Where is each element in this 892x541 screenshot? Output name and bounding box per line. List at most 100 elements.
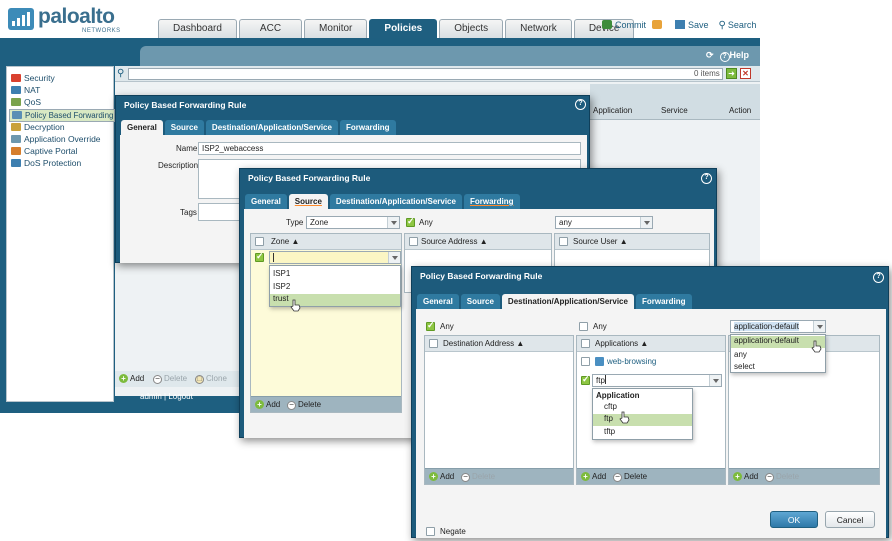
delete-label: Delete [298, 400, 322, 409]
col-service[interactable]: Service [661, 106, 688, 115]
clear-filter-icon[interactable]: ✕ [740, 68, 751, 79]
source-user-select[interactable]: any [555, 216, 653, 229]
app-option[interactable]: cftp [604, 402, 617, 411]
tab-objects[interactable]: Objects [439, 19, 504, 38]
service-option[interactable]: any [734, 350, 747, 359]
add-label: Add [592, 472, 607, 481]
nav-application-override[interactable]: Application Override [11, 134, 101, 144]
delete-label: Delete [624, 472, 648, 481]
zone-row-checkbox[interactable] [255, 251, 264, 262]
add-rule-button[interactable]: + Add [119, 374, 144, 383]
nav-dos-protection[interactable]: DoS Protection [11, 158, 81, 168]
app-dropdown: Application cftp ftp tftp [592, 388, 693, 440]
delete-rule-button[interactable]: − Delete [153, 374, 187, 384]
dialog-help-icon[interactable]: ? [575, 99, 586, 110]
tab-source[interactable]: Source [164, 120, 204, 135]
tab-general[interactable]: General [121, 120, 163, 135]
applications-header-label[interactable]: Applications ▲ [595, 339, 648, 348]
zone-option[interactable]: ISP1 [273, 269, 290, 278]
applications-select-all[interactable] [581, 339, 590, 348]
app-delete-button[interactable]: − Delete [613, 472, 647, 482]
zone-input[interactable] [269, 251, 401, 264]
clone-rule-button[interactable]: □ Clone [195, 374, 227, 384]
dest-address-header-label[interactable]: Destination Address ▲ [443, 339, 524, 348]
help-label: Help [729, 50, 750, 60]
nav-security[interactable]: Security [11, 73, 55, 83]
dialog-tabs: General Source Destination/Application/S… [121, 120, 396, 135]
tab-acc[interactable]: ACC [238, 19, 303, 38]
pbf-dialog-destination: Policy Based Forwarding Rule ? General S… [411, 266, 889, 538]
nav-captive-portal[interactable]: Captive Portal [11, 146, 77, 156]
tab-source[interactable]: Source [460, 294, 500, 309]
app-group-label: Application [596, 391, 640, 400]
tab-destination[interactable]: Destination/Application/Service [501, 294, 634, 309]
dialog-help-icon[interactable]: ? [873, 272, 884, 283]
app-option[interactable]: tftp [604, 427, 615, 436]
refresh-icon[interactable]: ⟳ [706, 50, 714, 60]
service-option[interactable]: select [734, 362, 755, 371]
app-row-label[interactable]: web-browsing [607, 357, 656, 366]
app-add-button[interactable]: + Add [581, 472, 606, 481]
dest-address-select-all[interactable] [429, 339, 438, 348]
tab-forwarding[interactable]: Forwarding [635, 294, 692, 309]
nav-policy-based-forwarding[interactable]: Policy Based Forwarding [9, 109, 115, 122]
col-application[interactable]: Application [593, 106, 632, 115]
zone-delete-button[interactable]: − Delete [287, 400, 321, 410]
filter-input[interactable] [128, 68, 723, 80]
app-any-checkbox[interactable] [579, 322, 588, 331]
zone-add-button[interactable]: + Add [255, 400, 280, 409]
tab-network[interactable]: Network [505, 19, 572, 38]
zone-header-label[interactable]: Zone ▲ [271, 237, 299, 246]
tab-forwarding[interactable]: Forwarding [463, 194, 520, 209]
negate-checkbox[interactable] [426, 527, 435, 536]
ok-button[interactable]: OK [770, 511, 818, 528]
source-any-checkbox[interactable] [406, 216, 415, 227]
tab-destination[interactable]: Destination/Application/Service [205, 120, 338, 135]
cancel-button[interactable]: Cancel [825, 511, 875, 528]
type-select[interactable]: Zone [306, 216, 400, 229]
tab-general[interactable]: General [417, 294, 459, 309]
service-select[interactable]: application-default [730, 320, 826, 333]
dest-any-checkbox[interactable] [426, 320, 435, 331]
zone-option[interactable]: ISP2 [273, 282, 290, 291]
tab-destination[interactable]: Destination/Application/Service [329, 194, 462, 209]
source-any-label: Any [419, 218, 433, 227]
dialog-tabs: General Source Destination/Application/S… [417, 294, 692, 309]
tab-monitor[interactable]: Monitor [304, 19, 368, 38]
search-button[interactable]: ⚲ Search [719, 20, 757, 31]
source-user-select-all[interactable] [559, 237, 568, 246]
tab-dashboard[interactable]: Dashboard [158, 19, 237, 38]
source-address-header-label[interactable]: Source Address ▲ [421, 237, 488, 246]
commit-button[interactable]: Commit [602, 20, 665, 31]
col-action[interactable]: Action [729, 106, 751, 115]
service-delete-button[interactable]: − Delete [765, 472, 799, 482]
tab-policies[interactable]: Policies [369, 19, 438, 38]
nav-qos[interactable]: QoS [11, 97, 41, 107]
dest-delete-button[interactable]: − Delete [461, 472, 495, 482]
zone-select-all[interactable] [255, 237, 264, 246]
service-add-button[interactable]: + Add [733, 472, 758, 481]
zone-panel: Zone ▲ ISP1 ISP2 trust +Add −Delete [250, 233, 402, 413]
security-icon [11, 74, 21, 82]
name-input[interactable]: ISP2_webaccess [198, 142, 581, 155]
tab-forwarding[interactable]: Forwarding [339, 120, 396, 135]
commit-icon [602, 20, 612, 29]
logout-link[interactable]: Logout [168, 392, 192, 401]
dest-add-button[interactable]: + Add [429, 472, 454, 481]
commit-label: Commit [615, 20, 646, 30]
tab-source[interactable]: Source [288, 194, 328, 209]
source-address-select-all[interactable] [409, 237, 418, 246]
dialog-help-icon[interactable]: ? [701, 173, 712, 184]
tab-general[interactable]: General [245, 194, 287, 209]
save-button[interactable]: Save [675, 20, 709, 31]
nav-decryption[interactable]: Decryption [11, 122, 65, 132]
app-row-checkbox[interactable] [581, 357, 590, 366]
app-input[interactable]: ftp [592, 374, 722, 387]
source-user-header-label[interactable]: Source User ▲ [573, 237, 628, 246]
app-option[interactable]: ftp [593, 414, 692, 426]
sub-header-bar [140, 46, 760, 66]
app-input-checkbox[interactable] [581, 374, 590, 385]
help-button[interactable]: ⟳? Help [706, 50, 749, 62]
apply-filter-icon[interactable]: ➜ [726, 68, 737, 79]
nav-nat[interactable]: NAT [11, 85, 40, 95]
